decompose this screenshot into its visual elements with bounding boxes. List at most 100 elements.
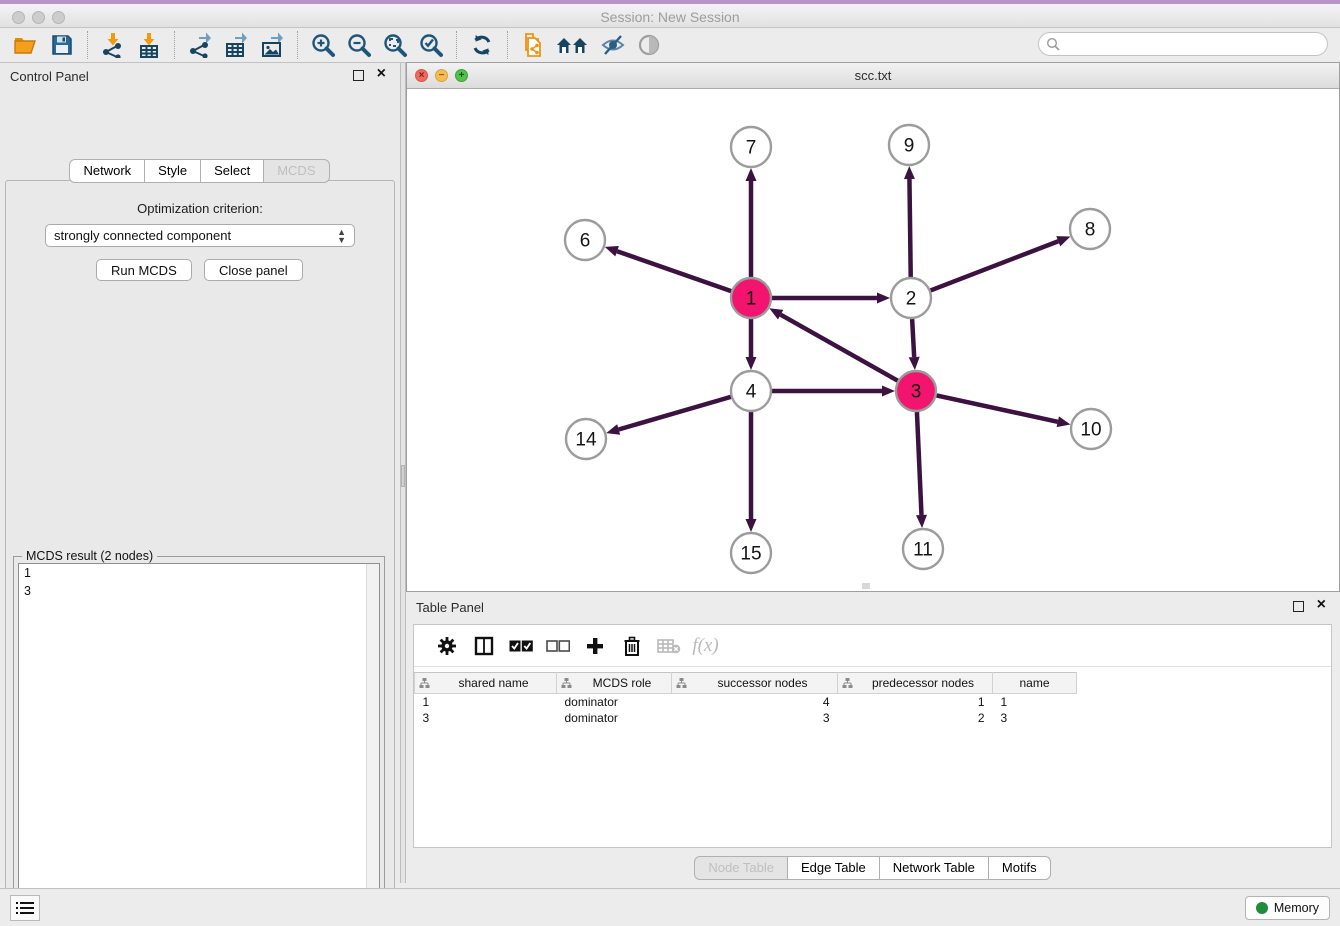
search-field[interactable] <box>1038 32 1328 56</box>
export-image-icon <box>259 32 285 58</box>
node-label: 10 <box>1080 420 1101 441</box>
close-panel-button[interactable]: Close panel <box>204 259 303 281</box>
arrowhead-icon <box>746 519 757 532</box>
column-header-label: predecessor nodes <box>858 676 988 690</box>
result-item[interactable]: 1 <box>19 564 379 582</box>
zoom-out-button[interactable] <box>341 30 377 60</box>
open-folder-icon <box>13 34 39 56</box>
task-history-button[interactable] <box>10 895 40 921</box>
network-canvas[interactable]: 7968124314101511 <box>407 89 1339 591</box>
zoom-selected-button[interactable] <box>413 30 449 60</box>
network-window-title: scc.txt <box>407 68 1339 83</box>
zoom-in-button[interactable] <box>305 30 341 60</box>
column-header-predecessor-nodes[interactable]: predecessor nodes <box>838 673 993 694</box>
scrollbar-track[interactable] <box>366 564 379 926</box>
edge-4-14[interactable] <box>619 397 731 430</box>
edge-3-1[interactable] <box>781 315 898 381</box>
column-header-label: MCDS role <box>577 676 667 690</box>
node-label: 14 <box>575 430 597 451</box>
result-item[interactable]: 3 <box>19 582 379 600</box>
export-network-icon <box>187 32 213 58</box>
duplicate-network-button[interactable] <box>515 30 551 60</box>
toggle-panel-button[interactable] <box>465 631 502 661</box>
export-network-button[interactable] <box>182 30 218 60</box>
table-cell[interactable]: dominator <box>557 694 672 710</box>
run-mcds-button[interactable]: Run MCDS <box>96 259 192 281</box>
delete-table-button[interactable] <box>650 631 687 661</box>
table-cell[interactable]: 1 <box>415 694 557 710</box>
table-cell[interactable]: 1 <box>838 694 993 710</box>
optimization-select-value: strongly connected component <box>54 228 231 243</box>
first-neighbors-button[interactable] <box>551 30 595 60</box>
refresh-button[interactable] <box>464 30 500 60</box>
table-cell[interactable]: 1 <box>993 694 1077 710</box>
mcds-result-legend: MCDS result (2 nodes) <box>22 549 157 563</box>
export-table-button[interactable] <box>218 30 254 60</box>
memory-button[interactable]: Memory <box>1245 896 1330 920</box>
tab-edge-table[interactable]: Edge Table <box>787 856 880 880</box>
float-panel-icon[interactable] <box>1293 601 1304 612</box>
table-cell[interactable]: 3 <box>415 710 557 726</box>
toolbar-separator <box>87 31 88 59</box>
search-input[interactable] <box>1061 37 1327 52</box>
node-label: 8 <box>1085 220 1096 241</box>
tab-select[interactable]: Select <box>200 159 264 183</box>
export-image-button[interactable] <box>254 30 290 60</box>
column-header-name[interactable]: name <box>993 673 1077 694</box>
column-header-shared-name[interactable]: shared name <box>415 673 557 694</box>
zoom-fit-button[interactable] <box>377 30 413 60</box>
table-row[interactable]: 1dominator411 <box>415 694 1077 710</box>
table-settings-button[interactable] <box>428 631 465 661</box>
arrowhead-icon <box>916 515 927 528</box>
function-builder-button[interactable]: f(x) <box>687 631 724 661</box>
column-header-label: shared name <box>435 676 552 690</box>
canvas-resize-grip[interactable] <box>862 583 870 589</box>
table-panel-title: Table Panel <box>416 600 484 615</box>
table-row[interactable]: 3dominator323 <box>415 710 1077 726</box>
edge-1-6[interactable] <box>617 251 731 291</box>
gear-icon <box>437 636 457 656</box>
edge-3-11[interactable] <box>917 412 922 515</box>
tab-network[interactable]: Network <box>69 159 145 183</box>
float-panel-icon[interactable] <box>353 70 364 81</box>
close-panel-icon[interactable]: × <box>377 66 386 82</box>
table-cell[interactable]: 3 <box>993 710 1077 726</box>
table-cell[interactable]: dominator <box>557 710 672 726</box>
select-all-columns-button[interactable] <box>502 631 539 661</box>
splitter-grip[interactable] <box>401 465 405 487</box>
close-panel-icon[interactable]: × <box>1317 597 1326 613</box>
show-graphics-button[interactable] <box>631 30 667 60</box>
arrowhead-icon <box>746 357 757 370</box>
edge-2-8[interactable] <box>931 241 1059 290</box>
table-cell[interactable]: 4 <box>672 694 838 710</box>
edge-2-3[interactable] <box>912 319 914 357</box>
import-table-button[interactable] <box>131 30 167 60</box>
tab-style[interactable]: Style <box>144 159 201 183</box>
control-panel-header: Control Panel × <box>0 63 400 89</box>
control-panel: Control Panel × NetworkStyleSelectMCDS O… <box>0 63 400 883</box>
import-network-button[interactable] <box>95 30 131 60</box>
hide-graphics-button[interactable] <box>595 30 631 60</box>
edge-2-9[interactable] <box>909 179 910 277</box>
open-session-button[interactable] <box>8 30 44 60</box>
tab-mcds[interactable]: MCDS <box>263 159 329 183</box>
table-cell[interactable]: 3 <box>672 710 838 726</box>
tab-network-table[interactable]: Network Table <box>879 856 989 880</box>
column-header-successor-nodes[interactable]: successor nodes <box>672 673 838 694</box>
tab-node-table[interactable]: Node Table <box>694 856 788 880</box>
column-header-MCDS-role[interactable]: MCDS role <box>557 673 672 694</box>
add-column-button[interactable] <box>576 631 613 661</box>
delete-column-button[interactable] <box>613 631 650 661</box>
tab-motifs[interactable]: Motifs <box>988 856 1051 880</box>
unselect-all-columns-button[interactable] <box>539 631 576 661</box>
control-panel-title: Control Panel <box>10 69 89 84</box>
eye-slash-icon <box>600 32 626 58</box>
mcds-result-list[interactable]: 13 <box>18 563 380 926</box>
optimization-select[interactable]: strongly connected component ▲▼ <box>45 224 355 247</box>
save-session-button[interactable] <box>44 30 80 60</box>
eye-icon <box>636 32 662 58</box>
export-table-icon <box>223 32 249 58</box>
edge-3-10[interactable] <box>937 395 1058 421</box>
table-cell[interactable]: 2 <box>838 710 993 726</box>
window-titlebar: Session: New Session <box>0 0 1340 28</box>
